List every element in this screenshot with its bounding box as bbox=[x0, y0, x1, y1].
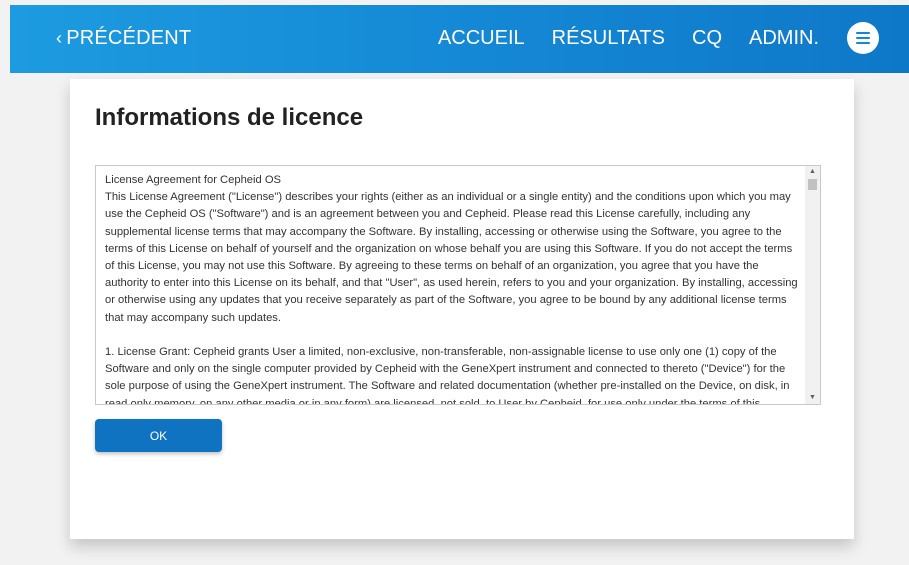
menu-button[interactable] bbox=[847, 22, 879, 54]
nav-link-results[interactable]: RÉSULTATS bbox=[552, 27, 665, 50]
license-paragraph-2: 1. License Grant: Cepheid grants User a … bbox=[105, 346, 790, 405]
license-card: Informations de licence License Agreemen… bbox=[70, 79, 854, 539]
scroll-thumb[interactable] bbox=[808, 179, 817, 190]
scroll-down-arrow-icon[interactable]: ▼ bbox=[805, 392, 820, 404]
nav-link-admin[interactable]: ADMIN. bbox=[749, 27, 819, 50]
scroll-up-arrow-icon[interactable]: ▲ bbox=[805, 166, 820, 178]
chevron-left-icon: ‹ bbox=[56, 28, 63, 48]
license-text-box[interactable]: License Agreement for Cepheid OS This Li… bbox=[95, 165, 821, 405]
license-text: License Agreement for Cepheid OS This Li… bbox=[105, 172, 801, 405]
nav-link-qc[interactable]: CQ bbox=[692, 27, 722, 50]
top-navbar: ‹ PRÉCÉDENT ACCUEIL RÉSULTATS CQ ADMIN. bbox=[10, 5, 909, 73]
nav-links: ACCUEIL RÉSULTATS CQ ADMIN. bbox=[438, 27, 819, 50]
ok-button[interactable]: OK bbox=[95, 419, 222, 452]
page-title: Informations de licence bbox=[95, 104, 364, 131]
license-heading: License Agreement for Cepheid OS bbox=[105, 174, 281, 186]
license-paragraph-1: This License Agreement ("License") descr… bbox=[105, 191, 798, 324]
app-frame: ‹ PRÉCÉDENT ACCUEIL RÉSULTATS CQ ADMIN. … bbox=[0, 0, 909, 565]
back-button[interactable]: ‹ PRÉCÉDENT bbox=[56, 27, 191, 50]
nav-link-home[interactable]: ACCUEIL bbox=[438, 27, 525, 50]
hamburger-icon bbox=[856, 32, 870, 44]
back-label: PRÉCÉDENT bbox=[66, 27, 192, 49]
license-scrollbar[interactable]: ▲ ▼ bbox=[805, 166, 820, 404]
